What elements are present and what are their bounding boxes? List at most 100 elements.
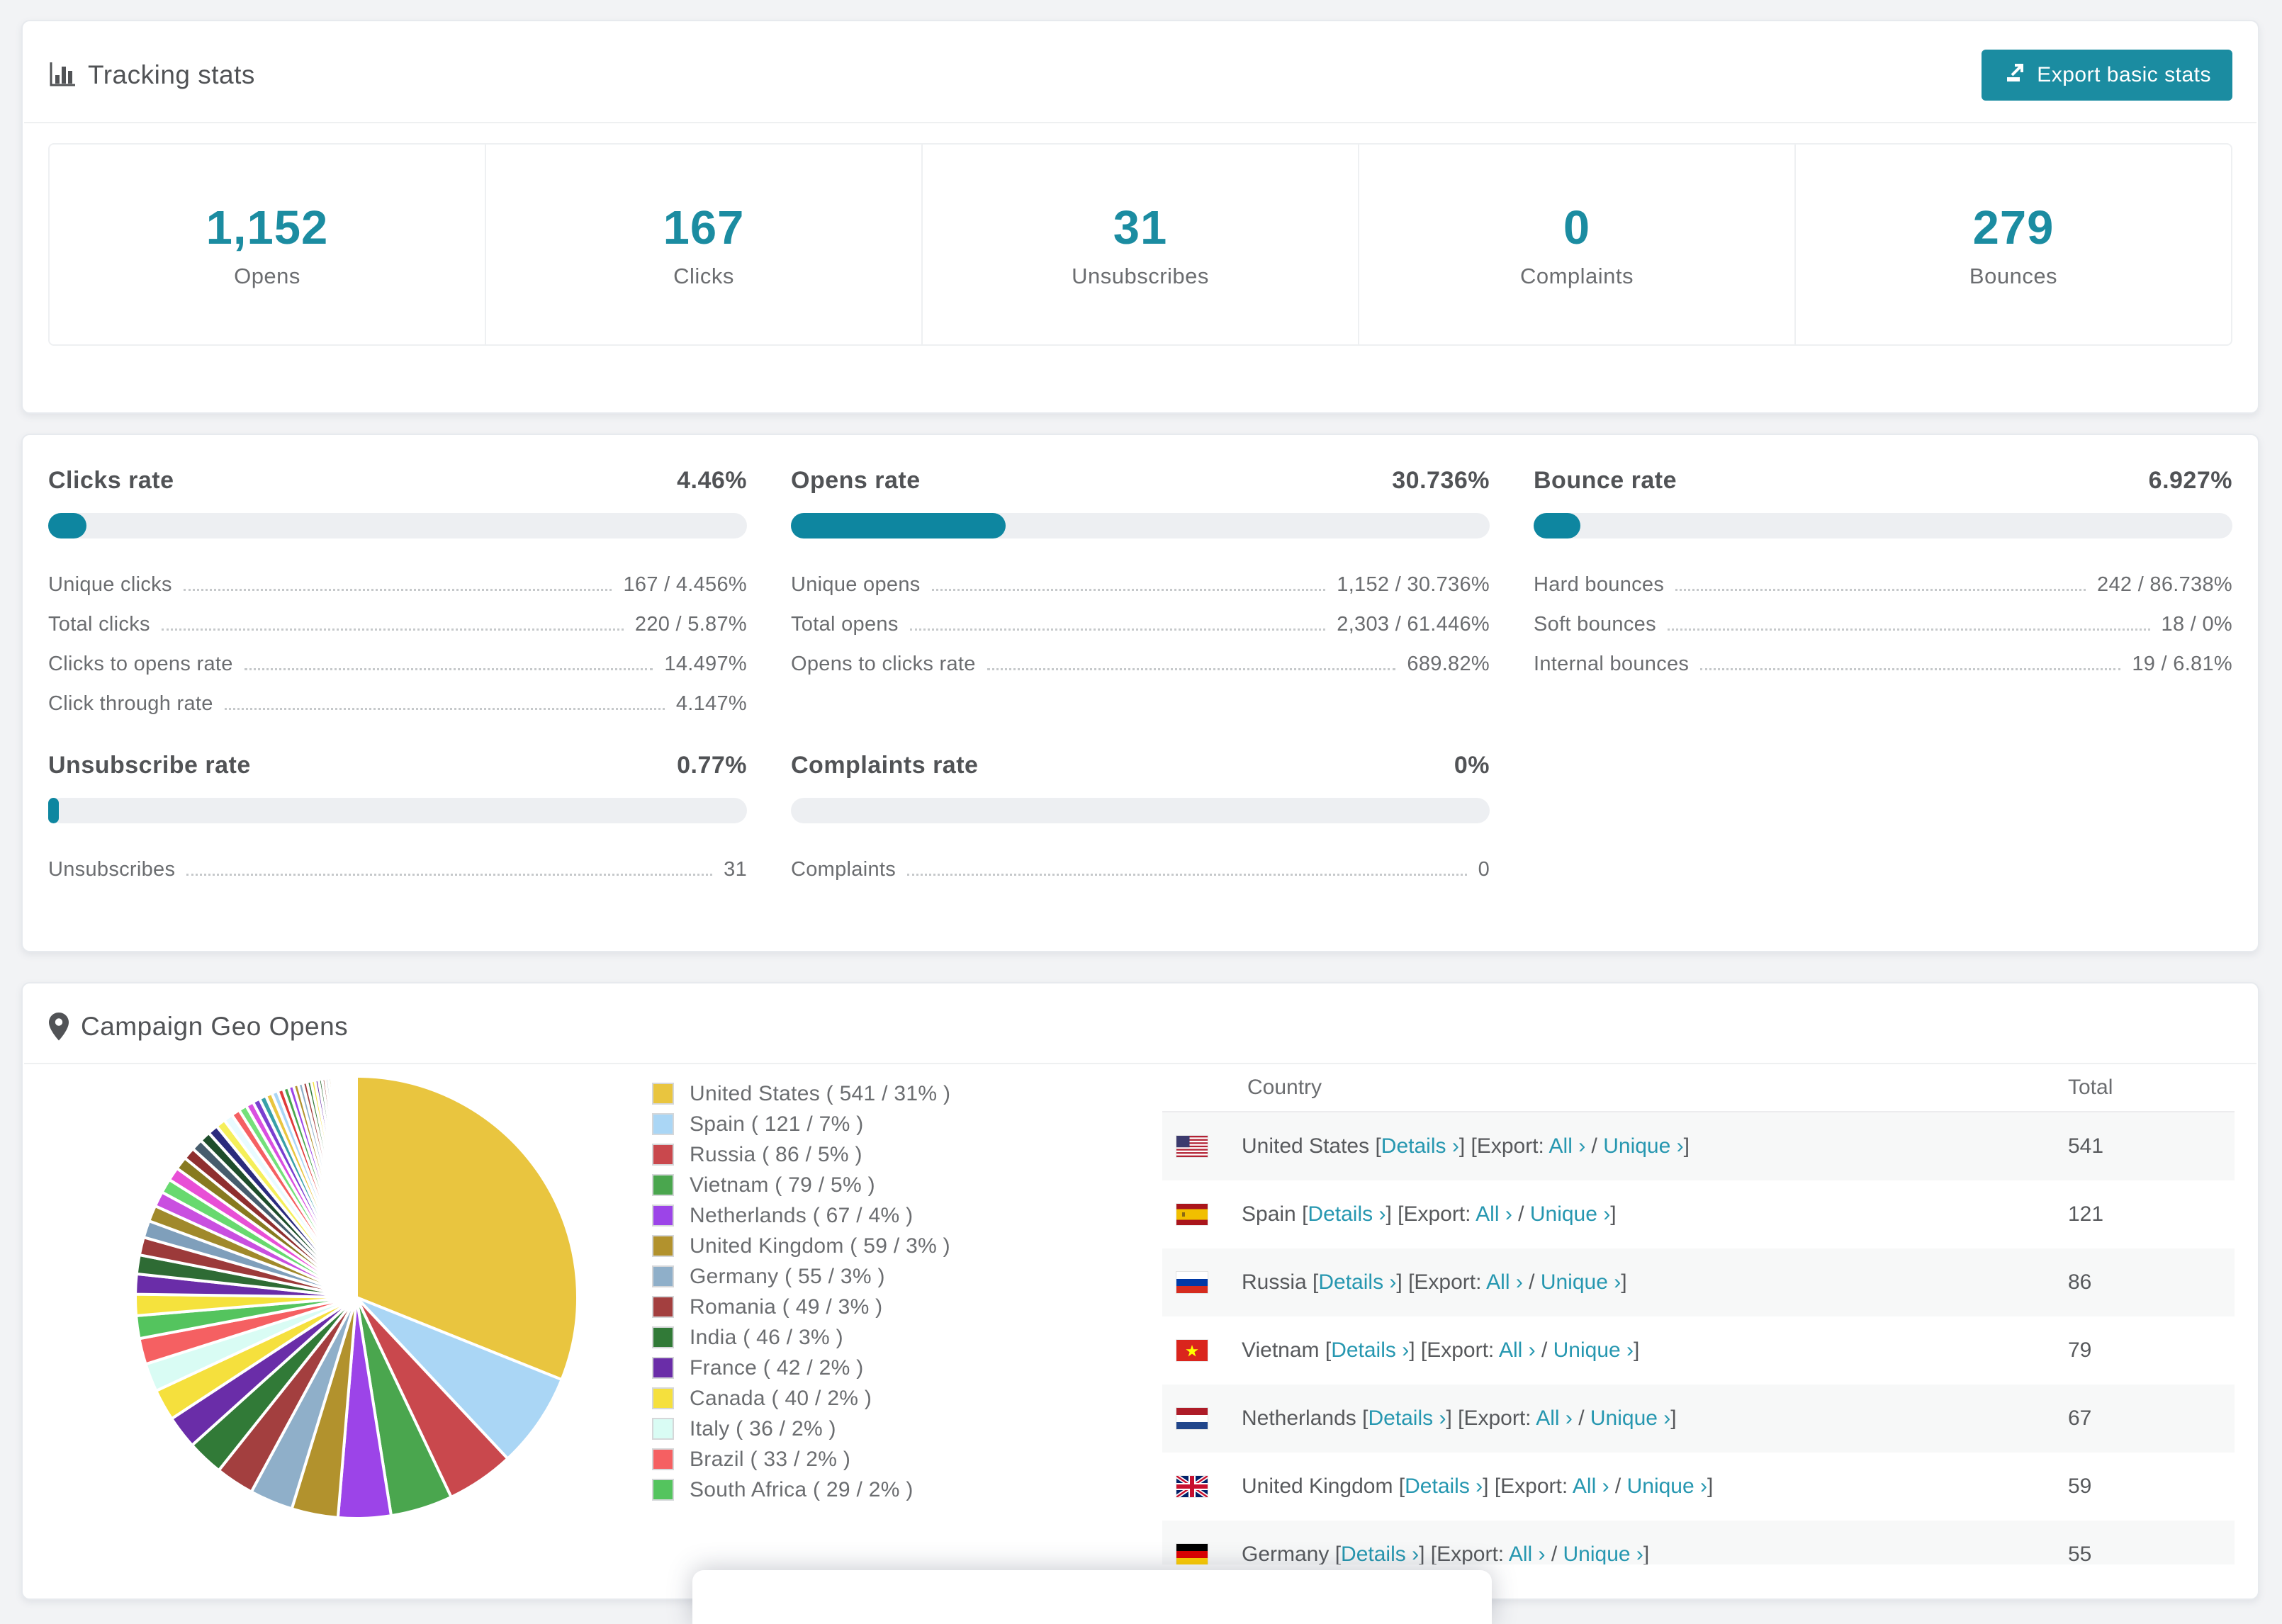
bracket-text: [ — [1369, 1134, 1381, 1158]
legend-item-italy[interactable]: Italy ( 36 / 2% ) — [652, 1414, 950, 1444]
export-unique-link[interactable]: Unique › — [1553, 1338, 1634, 1362]
export-basic-stats-button[interactable]: Export basic stats — [1982, 50, 2232, 101]
export-unique-link[interactable]: Unique › — [1563, 1543, 1643, 1564]
stat-line-label: Unique clicks — [48, 573, 172, 596]
export-all-link[interactable]: All › — [1549, 1134, 1586, 1158]
stat-line-label: Complaints — [791, 858, 896, 881]
dotted-leader — [161, 628, 624, 631]
details-link[interactable]: Details › — [1318, 1270, 1396, 1294]
stat-line-label: Unique opens — [791, 573, 921, 596]
details-link[interactable]: Details › — [1308, 1202, 1386, 1226]
bracket-text: ] — [1621, 1270, 1627, 1294]
details-link[interactable]: Details › — [1331, 1338, 1409, 1362]
bracket-text: [ — [1329, 1543, 1342, 1564]
legend-item-united-kingdom[interactable]: United Kingdom ( 59 / 3% ) — [652, 1231, 950, 1261]
export-all-link[interactable]: All › — [1499, 1338, 1536, 1362]
bracket-text: / — [1609, 1474, 1627, 1498]
rate-progress-fill — [1534, 513, 1581, 538]
bracket-text: ] [Export: — [1396, 1270, 1487, 1294]
stat-line-label: Total opens — [791, 613, 899, 636]
total-value: 55 — [2068, 1543, 2092, 1564]
geo-opens-card: Campaign Geo Opens United States ( 541 /… — [21, 982, 2259, 1600]
rate-head: Complaints rate 0% — [791, 752, 1490, 779]
stat-line-clicks-to-opens-rate: Clicks to opens rate 14.497% — [48, 641, 747, 680]
dotted-leader — [909, 628, 1326, 631]
legend-label: Netherlands ( 67 / 4% ) — [690, 1203, 914, 1227]
stat-line-unique-clicks: Unique clicks 167 / 4.456% — [48, 561, 747, 601]
country-text: United Kingdom [Details ›] [Export: All … — [1242, 1474, 1713, 1499]
country-cell: Germany [Details ›] [Export: All › / Uni… — [1176, 1543, 2068, 1564]
total-value: 79 — [2068, 1338, 2092, 1362]
stat-line-label: Clicks to opens rate — [48, 653, 233, 675]
legend-label: France ( 42 / 2% ) — [690, 1355, 864, 1380]
rate-progress-fill — [48, 513, 87, 538]
legend-item-germany[interactable]: Germany ( 55 / 3% ) — [652, 1261, 950, 1292]
export-all-link[interactable]: All › — [1573, 1474, 1609, 1498]
legend-item-romania[interactable]: Romania ( 49 / 3% ) — [652, 1292, 950, 1322]
details-link[interactable]: Details › — [1368, 1406, 1446, 1430]
details-link[interactable]: Details › — [1405, 1474, 1483, 1498]
legend-item-brazil[interactable]: Brazil ( 33 / 2% ) — [652, 1444, 950, 1474]
country-cell: Russia [Details ›] [Export: All › / Uniq… — [1176, 1270, 2068, 1295]
export-all-link[interactable]: All › — [1509, 1543, 1546, 1564]
stat-line-value: 689.82% — [1407, 653, 1490, 675]
details-link[interactable]: Details › — [1381, 1134, 1459, 1158]
legend-item-united-states[interactable]: United States ( 541 / 31% ) — [652, 1078, 950, 1109]
bracket-text: / — [1522, 1270, 1541, 1294]
export-unique-link[interactable]: Unique › — [1627, 1474, 1707, 1498]
legend-item-netherlands[interactable]: Netherlands ( 67 / 4% ) — [652, 1200, 950, 1231]
summary-value: 31 — [1113, 201, 1168, 254]
export-unique-link[interactable]: Unique › — [1603, 1134, 1683, 1158]
rate-value: 0.77% — [677, 752, 747, 779]
rate-value: 0% — [1454, 752, 1490, 779]
rate-value: 30.736% — [1392, 467, 1490, 494]
table-row-netherlands: Netherlands [Details ›] [Export: All › /… — [1162, 1385, 2235, 1453]
summary-label: Bounces — [1969, 263, 2058, 288]
export-icon — [2003, 60, 2027, 90]
country-cell: Spain [Details ›] [Export: All › / Uniqu… — [1176, 1202, 2068, 1227]
export-unique-link[interactable]: Unique › — [1530, 1202, 1610, 1226]
export-unique-link[interactable]: Unique › — [1541, 1270, 1621, 1294]
summary-label: Opens — [234, 263, 300, 288]
flag-icon-de — [1176, 1544, 1208, 1564]
legend-item-spain[interactable]: Spain ( 121 / 7% ) — [652, 1109, 950, 1139]
map-pin-icon — [48, 1012, 69, 1042]
country-name: Russia — [1242, 1270, 1307, 1294]
legend-swatch — [652, 1418, 674, 1440]
legend-label: Vietnam ( 79 / 5% ) — [690, 1173, 875, 1197]
details-link[interactable]: Details › — [1341, 1543, 1419, 1564]
stat-line-label: Click through rate — [48, 692, 213, 715]
bracket-text: [ — [1356, 1406, 1368, 1430]
export-all-link[interactable]: All › — [1476, 1202, 1512, 1226]
legend-label: India ( 46 / 3% ) — [690, 1325, 843, 1349]
bracket-text: ] — [1683, 1134, 1690, 1158]
export-unique-link[interactable]: Unique › — [1590, 1406, 1670, 1430]
geo-pie-chart[interactable] — [129, 1070, 584, 1525]
stat-line-value: 0 — [1478, 858, 1490, 881]
legend-item-vietnam[interactable]: Vietnam ( 79 / 5% ) — [652, 1170, 950, 1200]
rate-progress-bar — [791, 513, 1490, 538]
export-all-link[interactable]: All › — [1536, 1406, 1573, 1430]
rates-card: Clicks rate 4.46% Unique clicks 167 / 4.456… — [21, 434, 2259, 952]
bracket-text: ] — [1634, 1338, 1640, 1362]
stat-line-value: 14.497% — [664, 653, 747, 675]
export-all-link[interactable]: All › — [1486, 1270, 1523, 1294]
bracket-text: / — [1512, 1202, 1530, 1226]
pie-slice-61[interactable] — [353, 1074, 358, 1298]
stat-line-complaints: Complaints 0 — [791, 846, 1490, 886]
total-value: 541 — [2068, 1134, 2104, 1158]
tracking-stats-header: Tracking stats Export basic stats — [23, 21, 2258, 122]
dotted-leader — [183, 589, 612, 591]
legend-item-france[interactable]: France ( 42 / 2% ) — [652, 1353, 950, 1383]
legend-item-russia[interactable]: Russia ( 86 / 5% ) — [652, 1139, 950, 1170]
dotted-leader — [186, 874, 713, 876]
country-text: United States [Details ›] [Export: All ›… — [1242, 1134, 1690, 1158]
legend-item-south-africa[interactable]: South Africa ( 29 / 2% ) — [652, 1474, 950, 1505]
dotted-leader — [1667, 628, 2150, 631]
legend-label: United States ( 541 / 31% ) — [690, 1081, 951, 1105]
country-text: Spain [Details ›] [Export: All › / Uniqu… — [1242, 1202, 1617, 1227]
legend-item-india[interactable]: India ( 46 / 3% ) — [652, 1322, 950, 1353]
legend-item-canada[interactable]: Canada ( 40 / 2% ) — [652, 1383, 950, 1414]
summary-cell-unsubscribes: 31 Unsubscribes — [921, 145, 1358, 344]
dotted-leader — [1675, 589, 2086, 591]
